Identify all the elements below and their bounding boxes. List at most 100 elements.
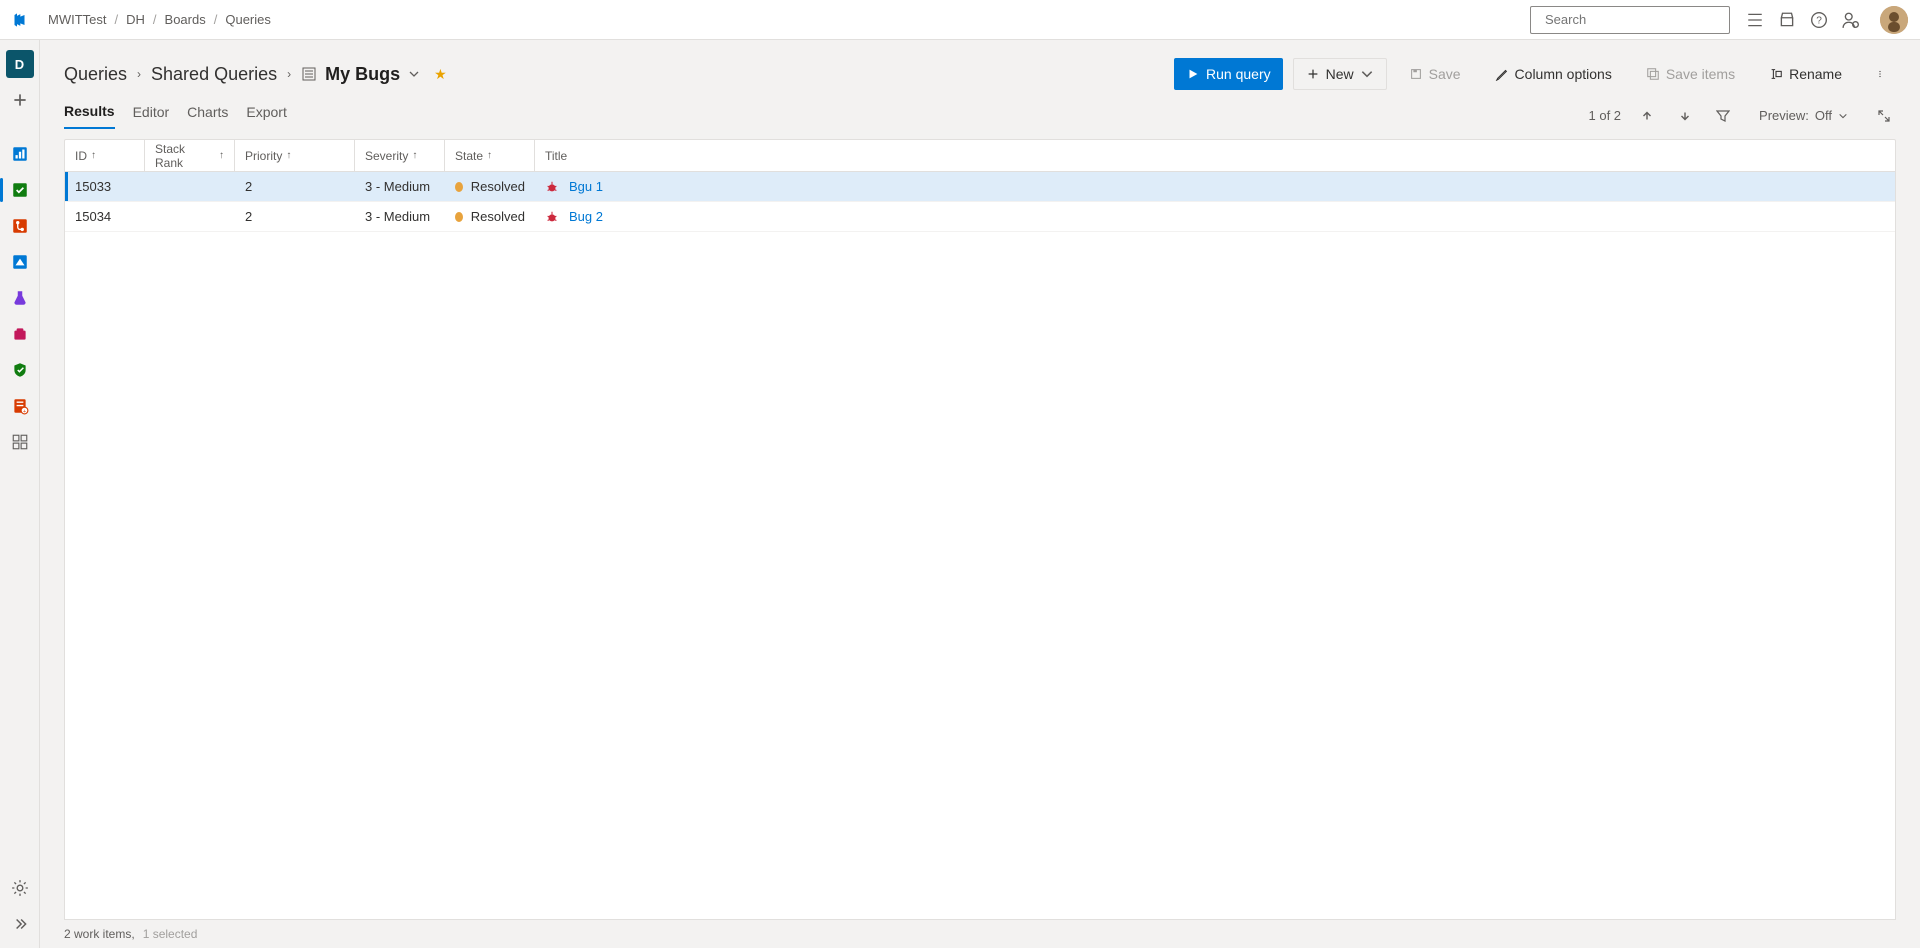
page-header: Queries › Shared Queries › My Bugs ★ Run…: [40, 40, 1920, 90]
sort-asc-icon: ↑: [219, 150, 224, 161]
search-input[interactable]: [1545, 12, 1721, 27]
status-selected: 1 selected: [143, 927, 198, 941]
crumb-boards[interactable]: Boards: [161, 12, 210, 27]
run-query-button[interactable]: Run query: [1174, 58, 1283, 90]
sort-asc-icon: ↑: [487, 150, 492, 161]
status-items: 2 work items,: [64, 927, 135, 941]
cell-severity: 3 - Medium: [355, 209, 445, 224]
marketplace-icon[interactable]: [1778, 11, 1796, 29]
results-table: ID↑ Stack Rank↑ Priority↑ Severity↑ Stat…: [64, 139, 1896, 920]
crumb-separator: /: [115, 12, 119, 27]
global-search[interactable]: [1530, 6, 1730, 34]
nav-expand-icon[interactable]: [6, 910, 34, 938]
chevron-right-icon: ›: [137, 67, 141, 81]
nav-repos-icon[interactable]: [6, 212, 34, 240]
nav-boards-icon[interactable]: [6, 176, 34, 204]
table-header: ID↑ Stack Rank↑ Priority↑ Severity↑ Stat…: [65, 140, 1895, 172]
column-header-stack-rank[interactable]: Stack Rank↑: [145, 140, 235, 171]
chevron-down-icon: [1838, 111, 1848, 121]
sort-asc-icon: ↑: [412, 150, 417, 161]
chevron-down-icon: [1360, 67, 1374, 81]
nav-overview-icon[interactable]: [6, 140, 34, 168]
sort-asc-icon: ↑: [91, 150, 96, 161]
crumb-queries[interactable]: Queries: [221, 12, 275, 27]
column-header-title[interactable]: Title: [535, 140, 1895, 171]
cell-id: 15034: [65, 209, 145, 224]
nav-pipelines-icon[interactable]: [6, 248, 34, 276]
work-items-icon[interactable]: [1746, 11, 1764, 29]
cell-title: Bgu 1: [535, 179, 1895, 194]
project-tile[interactable]: D: [6, 50, 34, 78]
status-bar: 2 work items, 1 selected: [40, 920, 1920, 948]
next-item-button[interactable]: [1673, 104, 1697, 128]
state-dot-icon: [455, 212, 463, 222]
work-item-link[interactable]: Bug 2: [569, 209, 603, 224]
query-title[interactable]: My Bugs: [301, 64, 420, 85]
table-row[interactable]: 15034 23 - MediumResolved Bug 2: [65, 202, 1895, 232]
chevron-down-icon[interactable]: [408, 68, 420, 80]
tabs-row: Results Editor Charts Export 1 of 2 Prev…: [40, 90, 1920, 129]
bug-icon: [545, 210, 559, 224]
nav-wiki-icon[interactable]: +: [6, 392, 34, 420]
cell-id: 15033: [65, 179, 145, 194]
nav-artifacts-icon[interactable]: [6, 320, 34, 348]
nav-testplans-icon[interactable]: [6, 284, 34, 312]
new-button[interactable]: New: [1293, 58, 1387, 90]
filter-button[interactable]: [1711, 104, 1735, 128]
tab-editor[interactable]: Editor: [133, 104, 170, 128]
top-breadcrumbs: MWITTest / DH / Boards / Queries: [44, 12, 275, 27]
header-actions: Run query New Save Column options: [1174, 58, 1896, 90]
user-avatar[interactable]: [1880, 6, 1908, 34]
preview-toggle[interactable]: Preview: Off: [1749, 102, 1858, 129]
crumb-org[interactable]: MWITTest: [44, 12, 111, 27]
query-list-icon: [301, 66, 317, 82]
table-body: 15033 23 - MediumResolved Bgu 1 15034 23 - M…: [65, 172, 1895, 919]
crumb-project[interactable]: DH: [122, 12, 149, 27]
save-button: Save: [1397, 58, 1473, 90]
tab-results[interactable]: Results: [64, 103, 115, 129]
tab-charts[interactable]: Charts: [187, 104, 228, 128]
column-header-severity[interactable]: Severity↑: [355, 140, 445, 171]
bug-icon: [545, 180, 559, 194]
result-counter: 1 of 2: [1589, 108, 1622, 123]
nav-compliance-icon[interactable]: [6, 356, 34, 384]
help-icon[interactable]: ?: [1810, 11, 1828, 29]
cell-severity: 3 - Medium: [355, 179, 445, 194]
nav-settings-icon[interactable]: [6, 874, 34, 902]
column-header-id[interactable]: ID↑: [65, 140, 145, 171]
topbar: MWITTest / DH / Boards / Queries ?: [0, 0, 1920, 40]
chevron-right-icon: ›: [287, 67, 291, 81]
add-button[interactable]: [6, 86, 34, 114]
column-options-button[interactable]: Column options: [1483, 58, 1624, 90]
svg-text:+: +: [22, 409, 25, 415]
cell-state: Resolved: [445, 179, 535, 194]
user-settings-icon[interactable]: [1842, 11, 1860, 29]
favorite-star-icon[interactable]: ★: [434, 66, 447, 83]
table-row[interactable]: 15033 23 - MediumResolved Bgu 1: [65, 172, 1895, 202]
cell-state: Resolved: [445, 209, 535, 224]
left-nav: D +: [0, 40, 40, 948]
state-dot-icon: [455, 182, 463, 192]
crumb-separator: /: [153, 12, 157, 27]
fullscreen-button[interactable]: [1872, 104, 1896, 128]
azure-devops-logo-icon: [12, 10, 32, 30]
nav-dashboards-icon[interactable]: [6, 428, 34, 456]
cell-title: Bug 2: [535, 209, 1895, 224]
crumb-separator: /: [214, 12, 218, 27]
svg-text:?: ?: [1816, 15, 1822, 26]
breadcrumb-shared-queries[interactable]: Shared Queries: [151, 64, 277, 85]
more-actions-button[interactable]: [1864, 58, 1896, 90]
top-icons: ?: [1746, 6, 1908, 34]
tab-export[interactable]: Export: [246, 104, 286, 128]
column-header-state[interactable]: State↑: [445, 140, 535, 171]
save-items-button: Save items: [1634, 58, 1747, 90]
rename-button[interactable]: Rename: [1757, 58, 1854, 90]
cell-priority: 2: [235, 179, 355, 194]
work-item-link[interactable]: Bgu 1: [569, 179, 603, 194]
page-breadcrumb: Queries › Shared Queries › My Bugs ★: [64, 64, 447, 85]
cell-priority: 2: [235, 209, 355, 224]
breadcrumb-queries[interactable]: Queries: [64, 64, 127, 85]
prev-item-button[interactable]: [1635, 104, 1659, 128]
sort-asc-icon: ↑: [286, 150, 291, 161]
column-header-priority[interactable]: Priority↑: [235, 140, 355, 171]
